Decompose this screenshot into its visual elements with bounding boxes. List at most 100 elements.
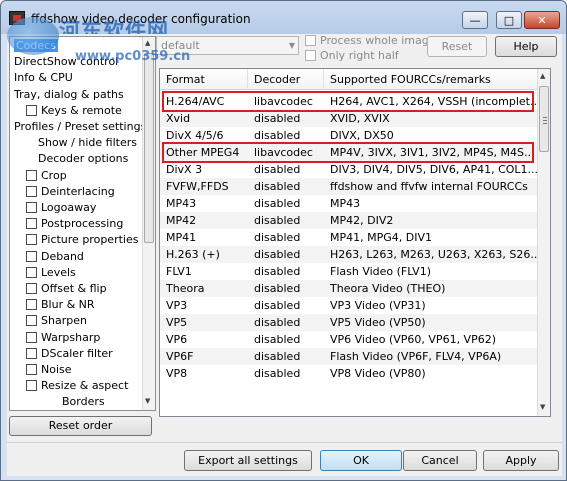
sidebar-item[interactable]: Sharpen <box>26 313 87 329</box>
only-right-half-checkbox[interactable]: Only right half <box>305 49 399 62</box>
table-row[interactable]: VP5 disabled VP5 Video (VP50) <box>160 314 538 331</box>
checkbox-box[interactable] <box>26 380 37 392</box>
table-row[interactable]: VP3 disabled VP3 Video (VP31) <box>160 297 538 314</box>
codec-list-scrollbar[interactable]: ▲ ▼ <box>537 69 550 416</box>
maximize-button[interactable]: □ <box>496 11 522 29</box>
scroll-up-icon[interactable]: ▲ <box>145 39 150 47</box>
sidebar-item[interactable]: Show / hide filters <box>38 135 137 151</box>
decoder-cell[interactable]: disabled <box>248 212 324 229</box>
table-row[interactable]: FLV1 disabled Flash Video (FLV1) <box>160 263 538 280</box>
column-header-format[interactable]: Format <box>160 69 248 90</box>
ok-button[interactable]: OK <box>320 450 402 471</box>
sidebar-item[interactable]: Crop <box>26 168 67 184</box>
checkbox-box[interactable] <box>26 331 37 343</box>
checkbox-box[interactable] <box>26 234 37 246</box>
checkbox-box[interactable] <box>26 104 37 116</box>
fourcc-cell: MP41, MPG4, DIV1 <box>330 231 432 244</box>
fourcc-cell: ffdshow and ffvfw internal FOURCCs <box>330 180 528 193</box>
apply-button[interactable]: Apply <box>483 450 559 471</box>
decoder-cell[interactable]: disabled <box>248 178 324 195</box>
sidebar-item[interactable]: Decoder options <box>38 151 128 167</box>
scroll-up-icon[interactable]: ▲ <box>540 72 545 80</box>
decoder-cell[interactable]: disabled <box>248 331 324 348</box>
tree-scroll-thumb[interactable] <box>144 53 154 243</box>
sidebar-item[interactable]: Info & CPU <box>14 70 73 86</box>
table-row[interactable]: Xvid disabled XVID, XVIX <box>160 110 538 127</box>
sidebar-item[interactable]: Keys & remote <box>26 103 122 119</box>
watermark-url: www.pc0359.cn <box>75 49 191 64</box>
checkbox-box[interactable] <box>305 50 316 61</box>
sidebar-item[interactable]: Picture properties <box>26 232 138 248</box>
minimize-button[interactable]: — <box>462 11 488 29</box>
cancel-button[interactable]: Cancel <box>403 450 477 471</box>
sidebar-item-label: Offset & flip <box>41 282 107 295</box>
sidebar-item[interactable]: Deband <box>26 249 84 265</box>
sidebar-item-label: Deband <box>41 249 84 263</box>
checkbox-box[interactable] <box>26 266 37 278</box>
decoder-cell[interactable]: disabled <box>248 365 324 382</box>
decoder-cell[interactable]: disabled <box>248 280 324 297</box>
sidebar-item[interactable]: Offset & flip <box>26 281 107 297</box>
checkbox-box[interactable] <box>26 283 37 294</box>
sidebar-item[interactable]: Blur & NR <box>26 297 95 313</box>
checkbox-box[interactable] <box>26 347 37 359</box>
sidebar-item[interactable]: Postprocessing <box>26 216 123 232</box>
help-button[interactable]: Help <box>495 36 557 57</box>
checkbox-box[interactable] <box>26 218 37 230</box>
checkbox-box[interactable] <box>26 299 37 311</box>
decoder-cell[interactable]: disabled <box>248 110 324 127</box>
checkbox-box[interactable] <box>26 250 37 262</box>
checkbox-box[interactable] <box>305 35 316 46</box>
decoder-cell[interactable]: disabled <box>248 246 324 263</box>
process-whole-image-checkbox[interactable]: Process whole image <box>305 34 436 47</box>
scroll-down-icon[interactable]: ▼ <box>145 397 150 405</box>
decoder-cell[interactable]: disabled <box>248 348 324 365</box>
table-row[interactable]: VP6F disabled Flash Video (VP6F, FLV4, VP6… <box>160 348 538 365</box>
settings-tree[interactable]: CodecsDirectShow controlInfo & CPUTray, … <box>9 36 156 411</box>
table-row[interactable]: Theora disabled Theora Video (THEO) <box>160 280 538 297</box>
export-all-settings-button[interactable]: Export all settings <box>184 450 312 471</box>
table-row[interactable]: FVFW,FFDS disabled ffdshow and ffvfw inter… <box>160 178 538 195</box>
title-bar[interactable]: ffdshow video decoder configuration 河东软件… <box>1 1 566 43</box>
checkbox-box[interactable] <box>26 364 37 375</box>
codec-list-header: Format Decoder Supported FOURCCs/remarks <box>160 69 538 90</box>
sidebar-item-label: Levels <box>41 265 76 279</box>
column-header-fourccs[interactable]: Supported FOURCCs/remarks <box>324 69 538 90</box>
sidebar-item[interactable]: Noise <box>26 362 72 378</box>
decoder-cell[interactable]: disabled <box>248 314 324 331</box>
table-row[interactable]: VP8 disabled VP8 Video (VP80) <box>160 365 538 382</box>
codec-list[interactable]: Format Decoder Supported FOURCCs/remarks… <box>159 68 551 417</box>
sidebar-item[interactable]: Logoaway <box>26 200 96 216</box>
table-row[interactable]: MP43 disabled MP43 <box>160 195 538 212</box>
sidebar-item[interactable]: Borders <box>62 394 105 410</box>
checkbox-box[interactable] <box>26 202 37 213</box>
scroll-down-icon[interactable]: ▼ <box>540 403 545 411</box>
reset-button[interactable]: Reset <box>427 36 487 57</box>
sidebar-item[interactable]: Profiles / Preset settings <box>14 119 146 135</box>
checkbox-box[interactable] <box>26 315 37 327</box>
table-row[interactable]: VP6 disabled VP6 Video (VP60, VP61, VP62) <box>160 331 538 348</box>
reset-order-button[interactable]: Reset order <box>9 416 152 436</box>
decoder-cell[interactable]: disabled <box>248 195 324 212</box>
decoder-cell[interactable]: disabled <box>248 263 324 280</box>
sidebar-item[interactable]: Levels <box>26 265 76 281</box>
sidebar-item[interactable]: Tray, dialog & paths <box>14 87 124 103</box>
codec-list-scroll-thumb[interactable] <box>539 86 549 152</box>
tree-scrollbar[interactable]: ▲ ▼ <box>142 37 155 410</box>
decoder-cell[interactable]: disabled <box>248 229 324 246</box>
table-row[interactable]: DivX 3 disabled DIV3, DIV4, DIV5, DIV6, AP… <box>160 161 538 178</box>
column-header-decoder[interactable]: Decoder <box>248 69 324 90</box>
close-button[interactable]: ✕ <box>524 11 560 29</box>
decoder-cell[interactable]: disabled <box>248 161 324 178</box>
sidebar-item[interactable]: Deinterlacing <box>26 184 115 200</box>
close-icon: ✕ <box>537 13 547 27</box>
table-row[interactable]: MP42 disabled MP42, DIV2 <box>160 212 538 229</box>
table-row[interactable]: H.263 (+) disabled H263, L263, M263, U263,… <box>160 246 538 263</box>
checkbox-box[interactable] <box>26 169 37 181</box>
decoder-cell[interactable]: disabled <box>248 297 324 314</box>
sidebar-item[interactable]: Warpsharp <box>26 330 100 346</box>
checkbox-box[interactable] <box>26 185 37 197</box>
sidebar-item[interactable]: DScaler filter <box>26 346 113 362</box>
table-row[interactable]: MP41 disabled MP41, MPG4, DIV1 <box>160 229 538 246</box>
sidebar-item[interactable]: Resize & aspect <box>26 378 128 394</box>
